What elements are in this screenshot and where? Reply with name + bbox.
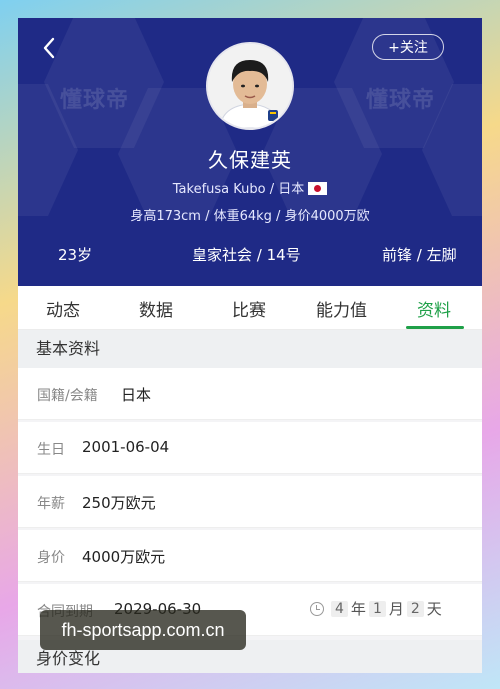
row-label: 身价 <box>37 550 65 566</box>
countdown-years: 4 <box>331 600 348 617</box>
position-foot: 前锋 / 左脚 <box>382 246 457 264</box>
club-number[interactable]: 皇家社会 / 14号 <box>192 244 301 265</box>
contract-countdown: 4 年 1 月 2 天 <box>310 598 442 619</box>
site-watermark: fh-sportsapp.com.cn <box>40 610 246 650</box>
row-label: 生日 <box>37 442 65 458</box>
row-value: 日本 <box>121 386 152 404</box>
player-subtitle: Takefusa Kubo / 日本 <box>18 178 482 197</box>
follow-button[interactable]: +关注 <box>372 34 444 60</box>
tab-ability[interactable]: 能力值 <box>316 296 367 321</box>
player-name: 久保建英 <box>208 148 292 172</box>
player-photo-icon <box>208 44 292 128</box>
countdown-months: 1 <box>368 600 386 617</box>
active-tab-indicator <box>406 326 464 329</box>
countdown-year-unit: 年 <box>350 600 366 618</box>
english-name-nation: Takefusa Kubo / 日本 <box>172 182 305 197</box>
row-value: 2001-06-04 <box>82 438 170 456</box>
japan-flag-icon <box>308 182 328 195</box>
info-row-market-value: 身价 4000万欧元 <box>18 530 482 582</box>
countdown-day-unit: 天 <box>426 600 442 618</box>
player-header: 懂球帝 懂球帝 +关注 久保建英 Takefusa Kubo / 日本 身高17… <box>18 18 482 286</box>
info-row-salary: 年薪 250万欧元 <box>18 476 482 528</box>
tab-bar: 动态 数据 比赛 能力值 资料 <box>18 286 482 330</box>
countdown-month-unit: 月 <box>388 600 404 618</box>
row-label: 国籍/会籍 <box>37 388 98 404</box>
info-row-nationality: 国籍/会籍 日本 <box>18 368 482 420</box>
tab-stats[interactable]: 数据 <box>139 296 173 321</box>
brand-watermark: 懂球帝 <box>60 88 130 113</box>
row-value: 4000万欧元 <box>82 548 166 566</box>
player-age: 23岁 <box>58 246 93 264</box>
info-row-birthday: 生日 2001-06-04 <box>18 422 482 474</box>
tab-news[interactable]: 动态 <box>46 296 80 321</box>
row-value: 250万欧元 <box>82 494 156 512</box>
chevron-left-icon <box>43 37 55 59</box>
tab-matches[interactable]: 比赛 <box>232 296 266 321</box>
tab-profile[interactable]: 资料 <box>417 296 451 321</box>
countdown-days: 2 <box>406 600 424 617</box>
player-profile-screen: 懂球帝 懂球帝 +关注 久保建英 Takefusa Kubo / 日本 身高17… <box>18 18 482 673</box>
back-button[interactable] <box>38 36 62 60</box>
player-avatar[interactable] <box>206 42 294 130</box>
physical-info: 身高173cm / 体重64kg / 身价4000万欧 <box>130 209 370 224</box>
clock-icon <box>310 601 324 616</box>
brand-watermark: 懂球帝 <box>366 88 436 113</box>
row-label: 年薪 <box>37 496 65 512</box>
basic-info-heading: 基本资料 <box>18 330 482 368</box>
